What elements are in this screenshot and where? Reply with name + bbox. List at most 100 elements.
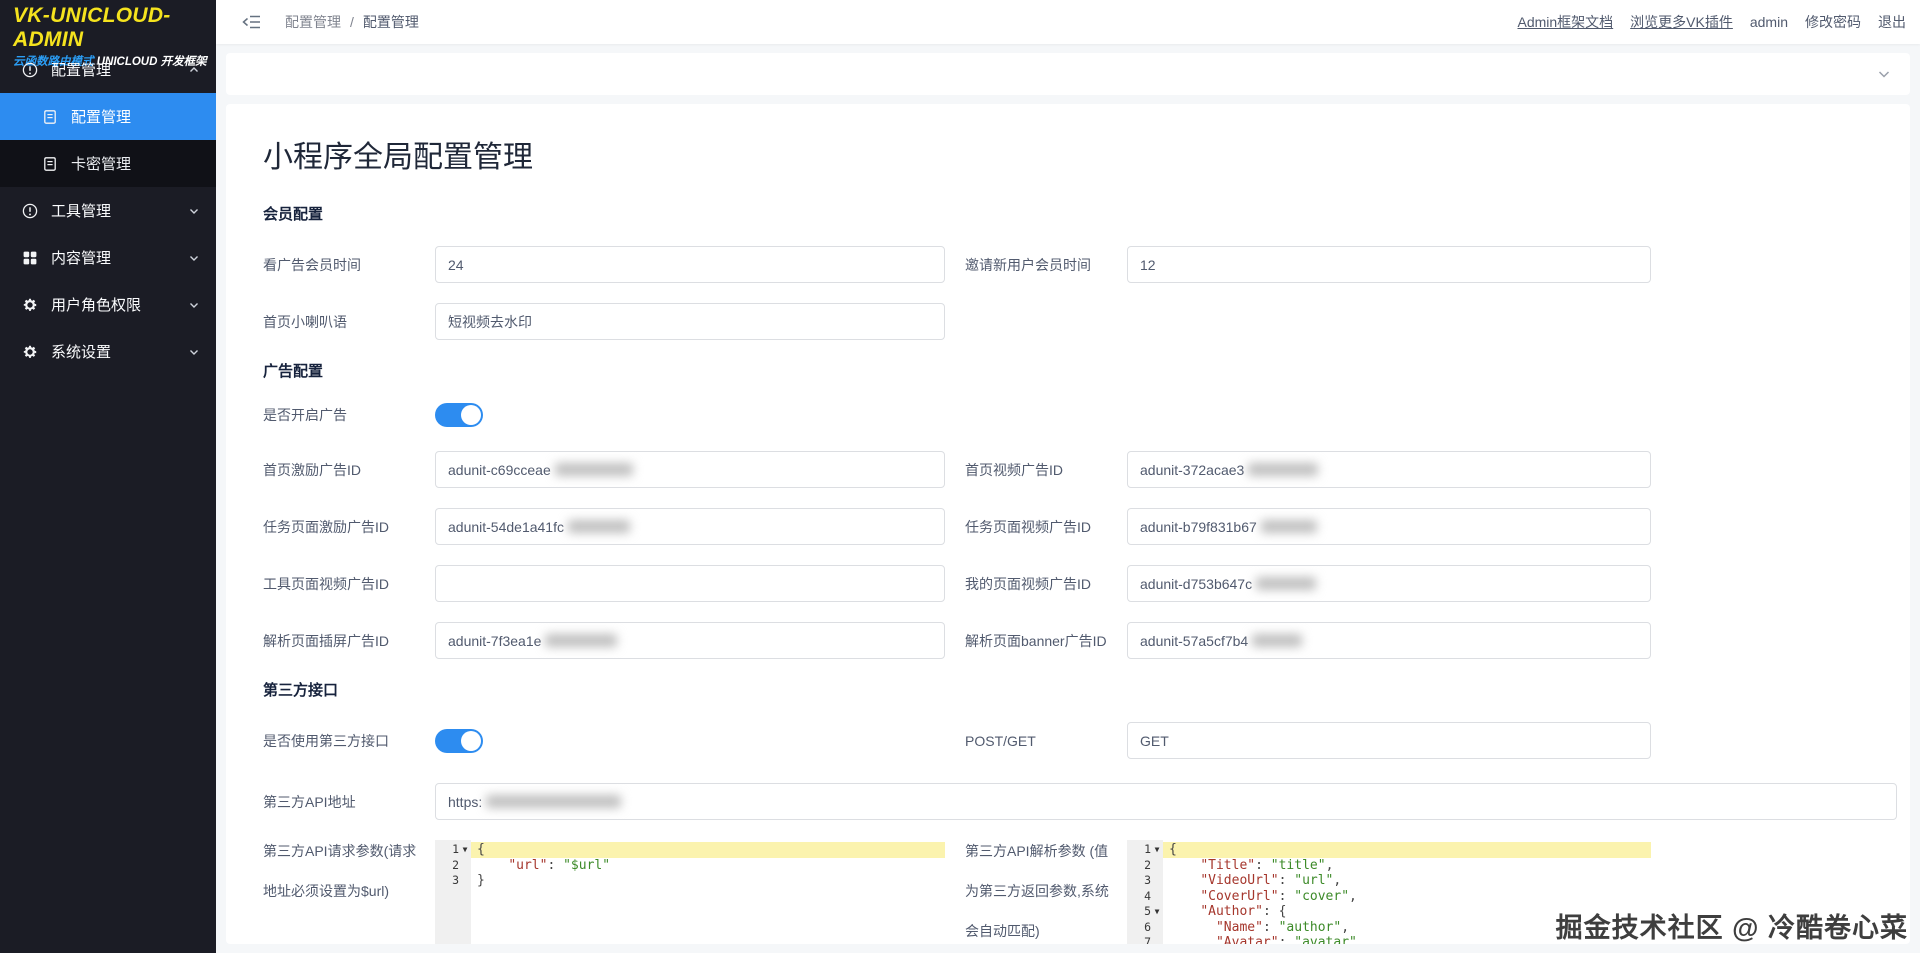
- watermark-text: 掘金技术社区 @ 冷酷卷心菜: [1555, 913, 1908, 943]
- sidebar-item-tools[interactable]: 工具管理: [0, 187, 216, 234]
- field-label: 任务页面视频广告ID: [965, 518, 1091, 535]
- third-api-url-input[interactable]: https:: [435, 783, 1897, 820]
- sidebar-item-label: 系统设置: [51, 344, 112, 361]
- chevron-down-icon: [188, 299, 200, 311]
- field-label: 看广告会员时间: [263, 256, 361, 273]
- parse-banner-ad-id-input[interactable]: adunit-57a5cf7b4: [1127, 622, 1651, 659]
- sidebar-item-system-settings[interactable]: 系统设置: [0, 328, 216, 375]
- parse-interstitial-ad-id-input[interactable]: adunit-7f3ea1e: [435, 622, 945, 659]
- form-row: 第三方API地址 https:: [263, 783, 1900, 820]
- chevron-down-icon: [188, 205, 200, 217]
- sidebar-item-content[interactable]: 内容管理: [0, 234, 216, 281]
- page-title: 小程序全局配置管理: [263, 140, 533, 175]
- chevron-down-icon: [188, 252, 200, 264]
- third-api-enabled-switch[interactable]: [435, 728, 483, 753]
- field-label: POST/GET: [965, 732, 1036, 749]
- field-label: 是否使用第三方接口: [263, 732, 389, 749]
- main-area: 配置管理 / 配置管理 Admin框架文档 浏览更多VK插件 admin 修改密码 …: [216, 0, 1920, 953]
- form-row: 首页激励广告ID adunit-c69cceae 首页视频广告ID adunit…: [263, 451, 1900, 488]
- field-value: GET: [1140, 732, 1169, 749]
- ad-enabled-switch[interactable]: [435, 403, 483, 427]
- chevron-down-icon[interactable]: [1876, 66, 1892, 82]
- field-label: 首页视频广告ID: [965, 461, 1063, 478]
- editor-gutter: 1 ▼ 2 3: [435, 840, 471, 944]
- task-video-ad-id-input[interactable]: adunit-b79f831b67: [1127, 508, 1651, 545]
- invite-new-user-time-input[interactable]: 12: [1127, 246, 1651, 283]
- redacted-blur: [545, 634, 618, 647]
- field-value: 短视频去水印: [448, 313, 532, 330]
- gear-icon: [22, 344, 38, 360]
- logout-link[interactable]: 退出: [1878, 12, 1906, 32]
- logo: VK-UNICLOUD-ADMIN 云函数路由模式 UNICLOUD 开发框架: [0, 0, 216, 68]
- task-reward-ad-id-input[interactable]: adunit-54de1a41fc: [435, 508, 945, 545]
- field-label: 任务页面激励广告ID: [263, 518, 389, 535]
- field-value: adunit-b79f831b67: [1140, 518, 1257, 535]
- gear-icon: [22, 297, 38, 313]
- header-links: Admin框架文档 浏览更多VK插件 admin 修改密码 退出: [1517, 12, 1906, 32]
- top-header: 配置管理 / 配置管理 Admin框架文档 浏览更多VK插件 admin 修改密码 …: [216, 0, 1920, 44]
- form-row: 首页小喇叭语 短视频去水印: [263, 303, 1900, 340]
- breadcrumb-item-current: 配置管理: [362, 14, 419, 30]
- sidebar-submenu-config: 配置管理 卡密管理: [0, 93, 216, 187]
- sidebar-item-config-manage[interactable]: 配置管理: [0, 93, 216, 140]
- redacted-blur: [486, 795, 622, 808]
- request-params-code-editor[interactable]: 1 ▼ 2 3 { "url": "$url"}: [435, 840, 945, 944]
- document-icon: [42, 109, 58, 125]
- redacted-blur: [1256, 577, 1317, 590]
- sidebar-item-label: 工具管理: [51, 203, 112, 220]
- form-row: 解析页面插屏广告ID adunit-7f3ea1e 解析页面banner广告ID…: [263, 622, 1900, 659]
- sidebar-item-label: 用户角色权限: [51, 297, 142, 314]
- my-video-ad-id-input[interactable]: adunit-d753b647c: [1127, 565, 1651, 602]
- section-title-member: 会员配置: [263, 206, 324, 223]
- app-root: VK-UNICLOUD-ADMIN 云函数路由模式 UNICLOUD 开发框架 …: [0, 0, 1920, 953]
- field-label: 解析页面banner广告ID: [965, 632, 1107, 649]
- field-value: adunit-54de1a41fc: [448, 518, 564, 535]
- sidebar-item-label: 卡密管理: [71, 156, 132, 173]
- field-value: 24: [448, 256, 464, 273]
- home-horn-text-input[interactable]: 短视频去水印: [435, 303, 945, 340]
- breadcrumb-separator: /: [350, 14, 354, 30]
- document-icon: [42, 156, 58, 172]
- field-label: 第三方API解析参数 (值为第三方返回参数,系统会自动匹配): [965, 843, 1109, 939]
- field-value: https:: [448, 793, 483, 810]
- sidebar-menu: 配置管理 配置管理 卡密管理 工具管理 内容管理 用户角色权限 系统设置: [0, 46, 216, 375]
- page-body: 小程序全局配置管理 会员配置 看广告会员时间 24 邀请新用户会员时间 12 首…: [216, 44, 1920, 953]
- section-title-ad: 广告配置: [263, 363, 324, 380]
- sidebar-item-card-key-manage[interactable]: 卡密管理: [0, 140, 216, 187]
- field-label: 我的页面视频广告ID: [965, 575, 1091, 592]
- home-reward-ad-id-input[interactable]: adunit-c69cceae: [435, 451, 945, 488]
- grid-icon: [22, 250, 38, 266]
- chevron-up-icon: [188, 64, 200, 76]
- form-row: 工具页面视频广告ID 我的页面视频广告ID adunit-d753b647c: [263, 565, 1900, 602]
- redacted-blur: [1248, 463, 1319, 476]
- field-label: 是否开启广告: [263, 407, 347, 423]
- form-row: 任务页面激励广告ID adunit-54de1a41fc 任务页面视频广告ID …: [263, 508, 1900, 545]
- field-value: adunit-d753b647c: [1140, 575, 1253, 592]
- more-plugins-link[interactable]: 浏览更多VK插件: [1630, 12, 1733, 32]
- content-card: 小程序全局配置管理 会员配置 看广告会员时间 24 邀请新用户会员时间 12 首…: [226, 104, 1910, 944]
- switch-knob: [461, 730, 481, 751]
- breadcrumb-item[interactable]: 配置管理: [285, 14, 341, 30]
- http-method-input[interactable]: GET: [1127, 722, 1651, 759]
- field-label: 首页小喇叭语: [263, 313, 347, 330]
- sidebar-item-label: 内容管理: [51, 250, 112, 267]
- ad-watch-time-input[interactable]: 24: [435, 246, 945, 283]
- editor-code[interactable]: { "url": "$url"}: [471, 840, 945, 944]
- form-row: 是否使用第三方接口 POST/GET GET: [263, 722, 1900, 759]
- sidebar: VK-UNICLOUD-ADMIN 云函数路由模式 UNICLOUD 开发框架 …: [0, 0, 216, 953]
- sidebar-item-label: 配置管理: [51, 62, 112, 79]
- tool-video-ad-id-input[interactable]: [435, 565, 945, 602]
- field-label: 第三方API地址: [263, 793, 356, 810]
- chevron-down-icon: [188, 346, 200, 358]
- redacted-blur: [1252, 634, 1303, 647]
- change-password-link[interactable]: 修改密码: [1805, 12, 1861, 32]
- home-video-ad-id-input[interactable]: adunit-372acae3: [1127, 451, 1651, 488]
- field-label: 邀请新用户会员时间: [965, 256, 1091, 273]
- username[interactable]: admin: [1750, 14, 1788, 30]
- editor-gutter: 1▼2345▼678910: [1127, 840, 1163, 944]
- collapse-sidebar-icon[interactable]: [242, 14, 261, 30]
- sidebar-item-user-roles[interactable]: 用户角色权限: [0, 281, 216, 328]
- switch-knob: [461, 405, 481, 425]
- form-row: 看广告会员时间 24 邀请新用户会员时间 12: [263, 246, 1900, 283]
- admin-docs-link[interactable]: Admin框架文档: [1517, 12, 1613, 32]
